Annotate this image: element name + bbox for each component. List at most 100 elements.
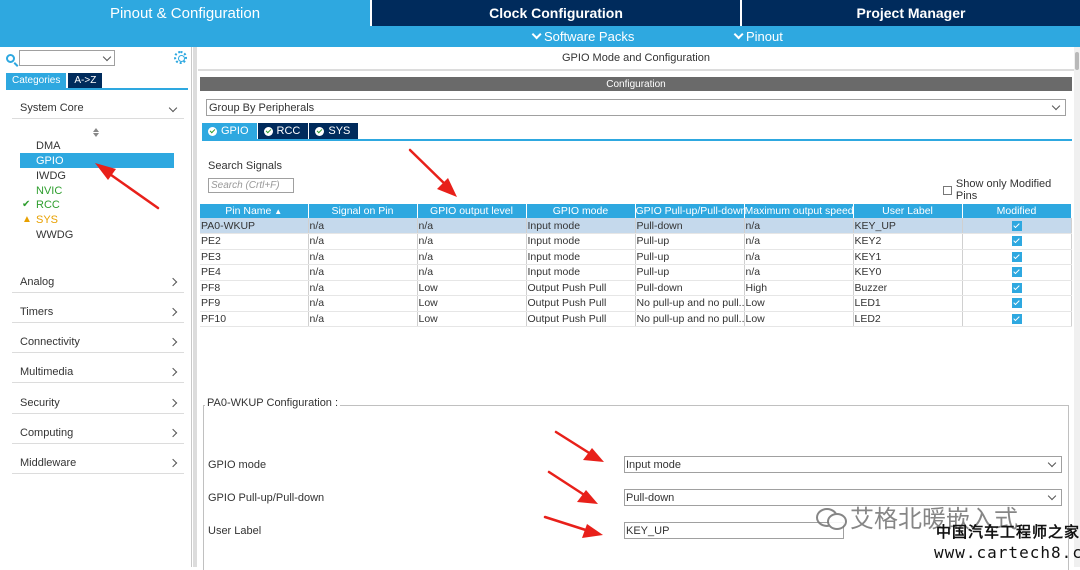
modified-checkbox[interactable] (1012, 313, 1022, 324)
column-header-pull[interactable]: GPIO Pull-up/Pull-down (635, 204, 745, 218)
checkbox[interactable] (943, 185, 952, 195)
table-row[interactable]: PF10 n/a Low Output Push Pull No pull-up and… (200, 311, 1072, 327)
warning-icon: ▲ (22, 214, 32, 225)
show-modified-toggle[interactable]: Show only Modified Pins (943, 178, 1074, 202)
category-computing[interactable]: Computing (12, 422, 184, 444)
modified-checkbox[interactable] (1012, 251, 1022, 262)
table-cell: LED2 (853, 311, 963, 327)
tab-gpio[interactable]: GPIO (202, 123, 257, 139)
pinout-menu[interactable]: Pinout (733, 29, 783, 44)
table-cell: Low (417, 280, 527, 296)
chevron-down-icon[interactable] (102, 52, 112, 62)
column-header-modified[interactable]: Modified (962, 204, 1072, 218)
group-by-select[interactable]: Group By Peripherals (206, 99, 1066, 116)
scrollbar[interactable] (1074, 47, 1080, 567)
table-row[interactable]: PF9 n/a Low Output Push Pull No pull-up and … (200, 295, 1072, 312)
category-connectivity[interactable]: Connectivity (12, 331, 184, 353)
category-middleware[interactable]: Middleware (12, 452, 184, 474)
table-cell: Low (744, 295, 854, 312)
table-cell: Buzzer (853, 280, 963, 296)
category-multimedia[interactable]: Multimedia (12, 361, 184, 383)
table-cell: n/a (417, 233, 527, 250)
software-packs-menu[interactable]: Software Packs (531, 29, 634, 44)
top-navigation: Pinout & Configuration Clock Configurati… (0, 0, 1080, 26)
category-security[interactable]: Security (12, 392, 184, 414)
peripheral-label: RCC (36, 198, 60, 211)
peripheral-gpio[interactable]: GPIO (20, 153, 174, 168)
table-row[interactable]: PA0-WKUP n/a n/a Input mode Pull-down n/a KEY_… (200, 218, 1072, 234)
search-icon[interactable] (6, 53, 15, 63)
modified-cell (962, 311, 1072, 327)
gpio-mode-select[interactable]: Input mode (624, 456, 1062, 473)
peripheral-nvic[interactable]: NVIC (20, 183, 174, 198)
peripheral-dma[interactable]: DMA (20, 138, 174, 153)
category-label: Analog (20, 275, 55, 288)
column-header-output-level[interactable]: GPIO output level (417, 204, 527, 218)
table-row[interactable]: PF8 n/a Low Output Push Pull Pull-down High Bu… (200, 280, 1072, 296)
category-label: Connectivity (20, 335, 80, 348)
tab-pinout-configuration[interactable]: Pinout & Configuration (0, 0, 370, 26)
left-panel: Categories A->Z System Core DMA GPIO IWD… (0, 47, 192, 567)
table-cell: Pull-down (635, 280, 745, 296)
table-cell: PE4 (200, 264, 309, 281)
chevron-right-icon (168, 277, 178, 286)
chevron-right-icon (168, 337, 178, 346)
tab-a-to-z[interactable]: A->Z (68, 73, 103, 88)
modified-cell (962, 233, 1072, 250)
tab-label: GPIO (221, 125, 249, 137)
peripheral-sys[interactable]: ▲ SYS (20, 212, 174, 227)
category-analog[interactable]: Analog (12, 271, 184, 293)
wechat-icon (816, 506, 847, 530)
panel-splitter[interactable] (193, 47, 197, 567)
column-header-user-label[interactable]: User Label (853, 204, 963, 218)
table-cell: n/a (744, 233, 854, 250)
chevron-down-icon (1047, 458, 1057, 468)
scrollbar-thumb[interactable] (1075, 52, 1079, 70)
tab-project-manager[interactable]: Project Manager (740, 0, 1080, 26)
table-cell: LED1 (853, 295, 963, 312)
category-system-core[interactable]: System Core (12, 97, 184, 119)
column-header-signal[interactable]: Signal on Pin (308, 204, 418, 218)
modified-checkbox[interactable] (1012, 236, 1022, 247)
tab-categories[interactable]: Categories (6, 73, 67, 88)
modified-checkbox[interactable] (1012, 267, 1022, 278)
main-panel: GPIO Mode and Configuration Configuratio… (198, 47, 1074, 570)
tab-clock-configuration[interactable]: Clock Configuration (370, 0, 740, 26)
table-cell: Output Push Pull (526, 311, 636, 327)
table-cell: KEY0 (853, 264, 963, 281)
tab-rcc[interactable]: RCC (257, 123, 309, 139)
column-header-pin-name[interactable]: Pin Name ▲ (200, 204, 309, 218)
table-cell: PE3 (200, 249, 309, 265)
user-label-input[interactable]: KEY_UP (624, 522, 844, 539)
table-row[interactable]: PE2 n/a n/a Input mode Pull-up n/a KEY2 (200, 233, 1072, 250)
table-row[interactable]: PE3 n/a n/a Input mode Pull-up n/a KEY1 (200, 249, 1072, 265)
pinout-menu-label: Pinout (746, 29, 783, 44)
table-cell: n/a (308, 218, 418, 234)
table-row[interactable]: PE4 n/a n/a Input mode Pull-up n/a KEY0 (200, 264, 1072, 281)
modified-checkbox[interactable] (1012, 298, 1022, 309)
tab-sys[interactable]: SYS (309, 123, 359, 139)
tab-label: RCC (276, 125, 301, 137)
modified-checkbox[interactable] (1012, 282, 1022, 293)
modified-cell (962, 295, 1072, 312)
check-circle-icon (208, 126, 217, 136)
peripheral-iwdg[interactable]: IWDG (20, 168, 174, 183)
table-cell: KEY_UP (853, 218, 963, 234)
left-search-input[interactable] (19, 50, 115, 66)
peripheral-rcc[interactable]: ✔ RCC (20, 197, 174, 212)
category-timers[interactable]: Timers (12, 301, 184, 323)
table-cell: n/a (744, 218, 854, 234)
site-watermark: 中国汽车工程师之家 (936, 525, 1080, 541)
table-cell: Low (417, 311, 527, 327)
peripheral-wwdg[interactable]: WWDG (20, 227, 174, 242)
sort-icon[interactable] (93, 128, 99, 137)
search-signals-input[interactable]: Search (Crtl+F) (208, 178, 294, 193)
gear-icon[interactable] (174, 51, 187, 64)
checkmark-icon: ✔ (22, 199, 31, 210)
column-header-max-speed[interactable]: Maximum output speed (744, 204, 854, 218)
table-cell: PF9 (200, 295, 309, 312)
table-cell: Low (744, 311, 854, 327)
peripheral-label: SYS (36, 213, 59, 226)
modified-checkbox[interactable] (1012, 220, 1022, 231)
column-header-gpio-mode[interactable]: GPIO mode (526, 204, 636, 218)
